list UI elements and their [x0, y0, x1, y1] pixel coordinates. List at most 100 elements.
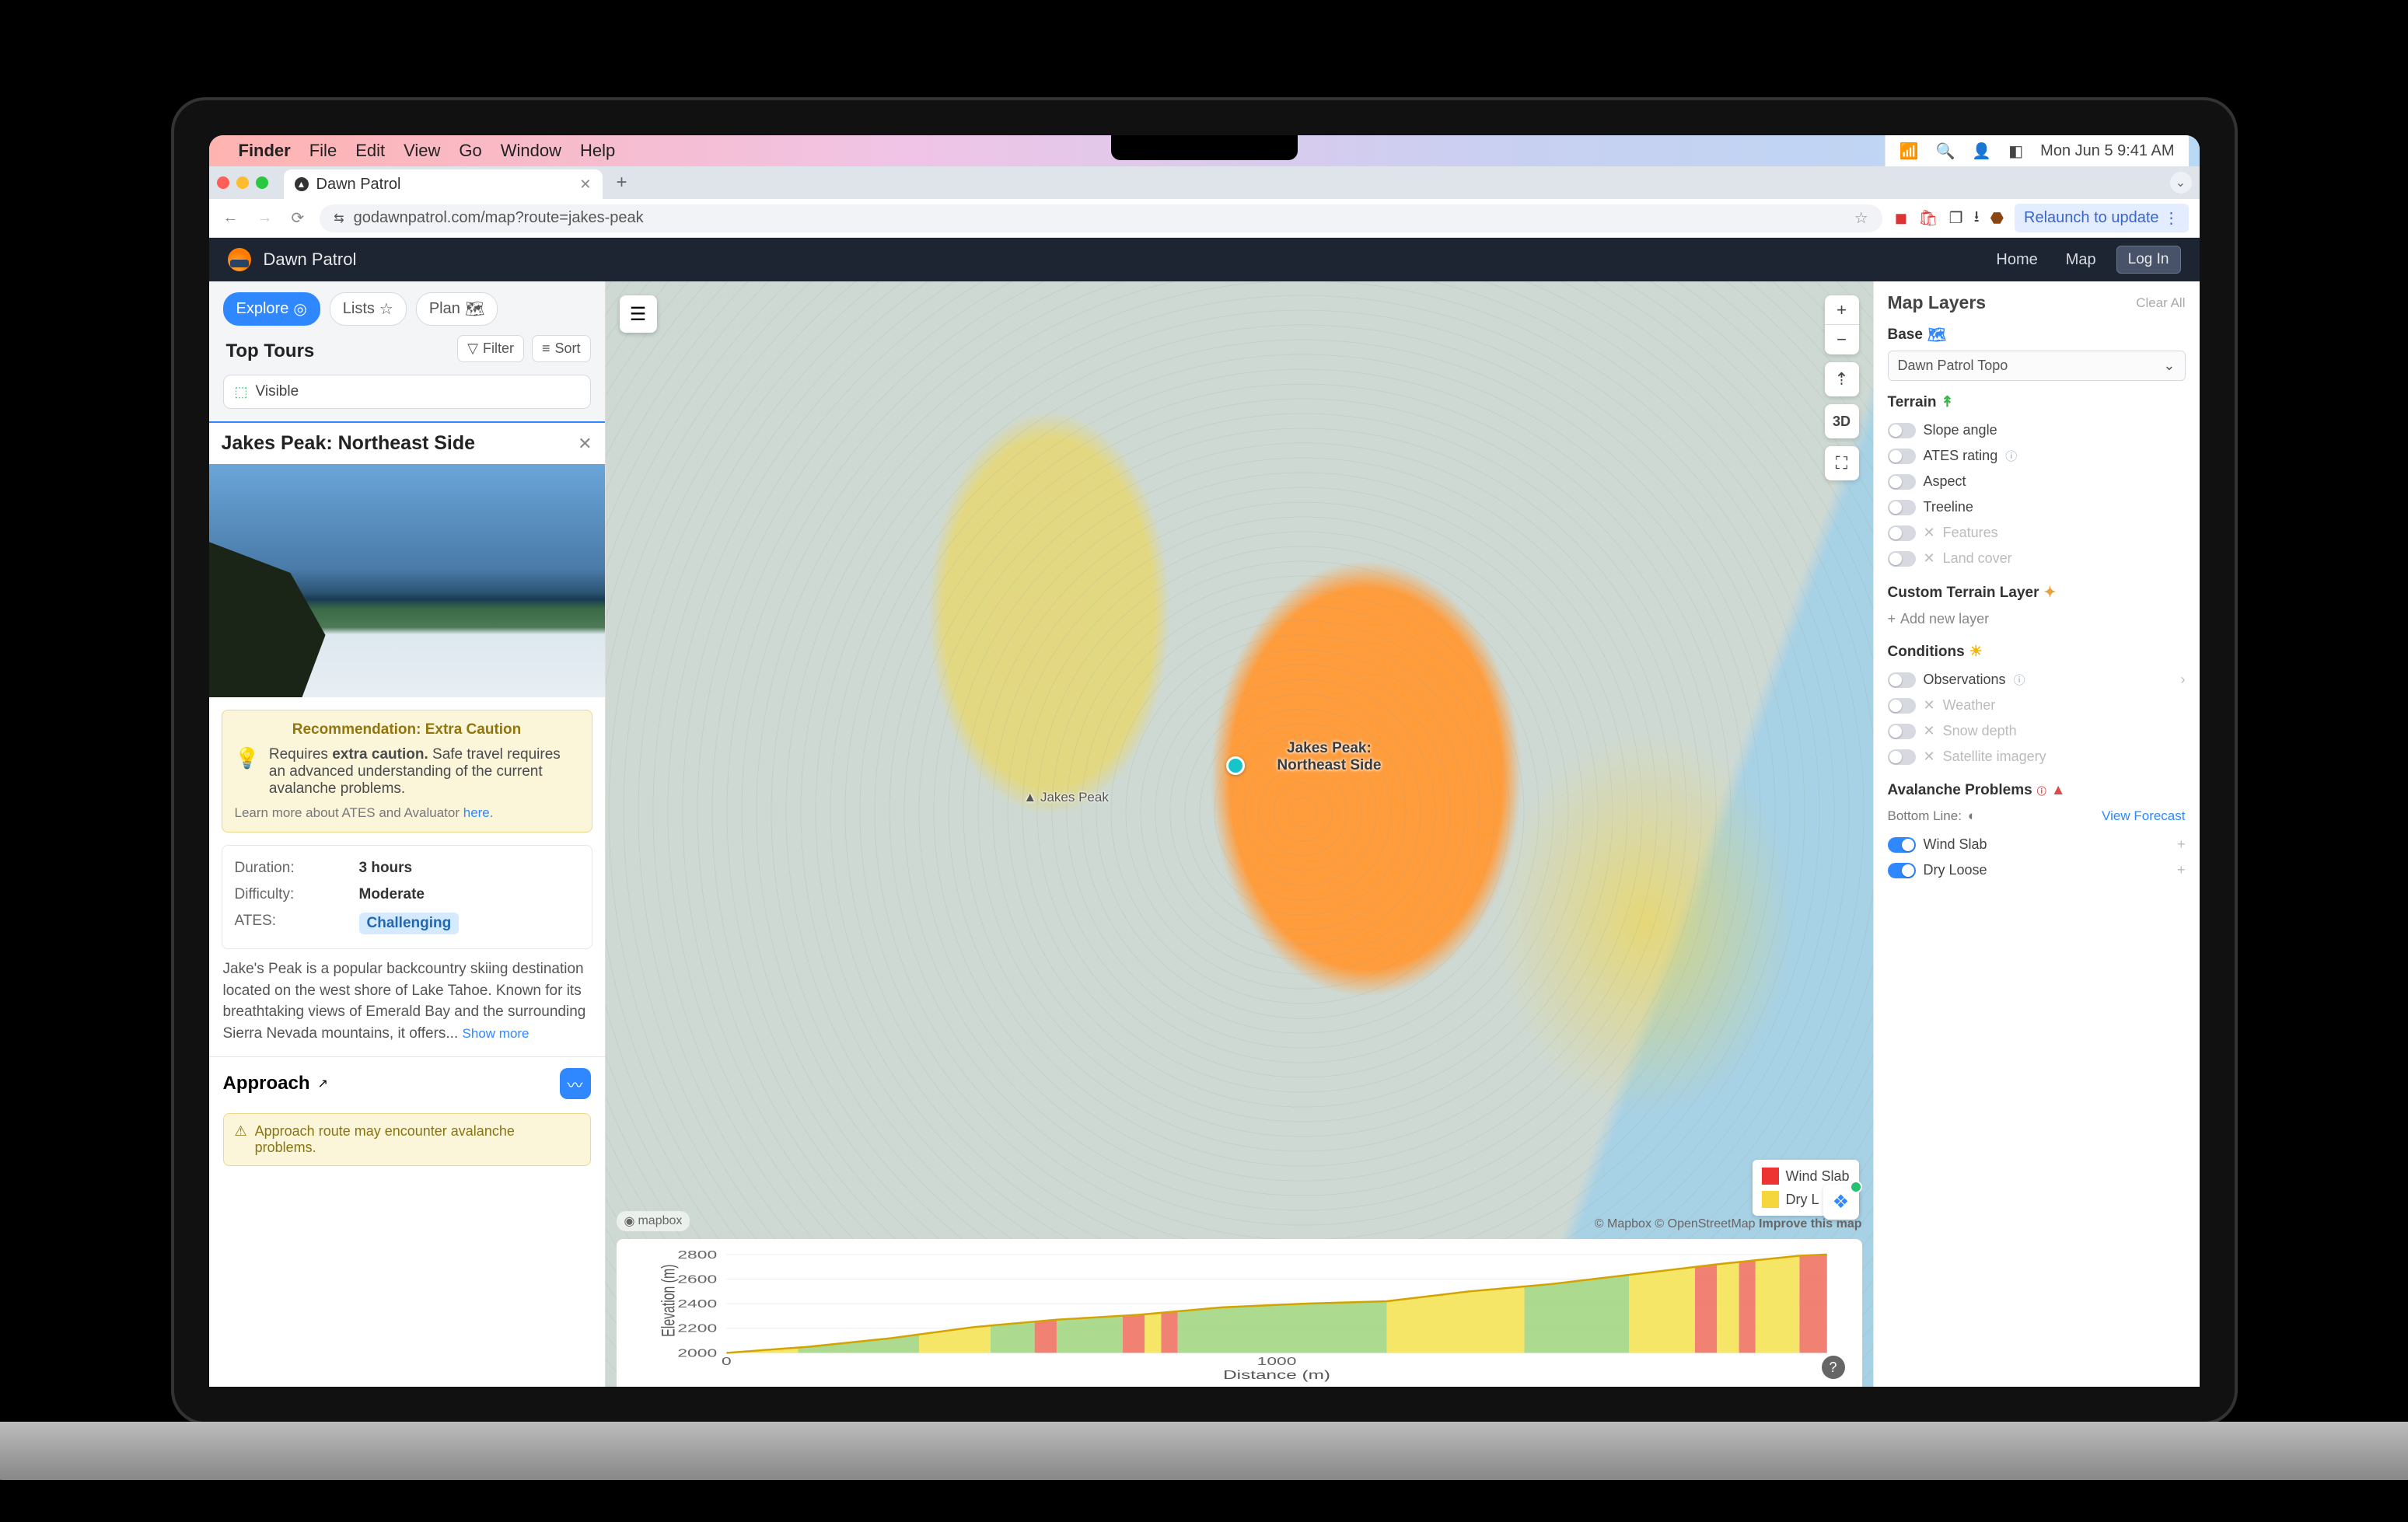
- toggle-treeline[interactable]: Treeline: [1888, 494, 2186, 520]
- reload-button[interactable]: ⟳: [288, 208, 308, 228]
- wifi-icon[interactable]: 📶: [1899, 141, 1919, 161]
- tab-title: Dawn Patrol: [316, 176, 401, 194]
- 3d-button[interactable]: 3D: [1825, 404, 1859, 438]
- extension-icon-1[interactable]: ◼: [1895, 208, 1908, 228]
- fullscreen-button[interactable]: ⛶: [1825, 446, 1859, 480]
- difficulty-value: Moderate: [359, 886, 425, 903]
- recommendation-title: Recommendation: Extra Caution: [235, 721, 579, 738]
- menu-help[interactable]: Help: [580, 141, 615, 161]
- chart-help-button[interactable]: ?: [1822, 1356, 1845, 1379]
- map-canvas[interactable]: ☰ +− ⇡ 3D ⛶ Jakes Peak:Northeast Side ▲ …: [606, 281, 1873, 1387]
- app-header: Dawn Patrol Home Map Log In: [209, 238, 2200, 281]
- show-more-link[interactable]: Show more: [463, 1026, 529, 1041]
- tab-plan[interactable]: Plan🗺: [416, 292, 498, 326]
- zoom-out-button[interactable]: −: [1825, 325, 1859, 354]
- compass-button[interactable]: ⇡: [1825, 362, 1859, 396]
- menu-view[interactable]: View: [404, 141, 440, 161]
- toggle-slope[interactable]: Slope angle: [1888, 417, 2186, 443]
- legend-swatch-red: [1762, 1168, 1779, 1185]
- chevron-down-icon: ⌄: [2163, 358, 2175, 374]
- top-tours-heading: Top Tours: [223, 336, 315, 362]
- zoom-in-button[interactable]: +: [1825, 295, 1859, 325]
- toggle-wind-slab[interactable]: Wind Slab+: [1888, 832, 2186, 857]
- control-center-icon[interactable]: ◧: [2008, 141, 2023, 161]
- warning-icon: ⚠: [235, 1123, 247, 1140]
- close-detail-icon[interactable]: ✕: [578, 434, 592, 454]
- new-tab-button[interactable]: +: [610, 172, 634, 194]
- minimize-window-button[interactable]: [236, 176, 249, 189]
- back-button[interactable]: ←: [220, 209, 242, 227]
- menu-file[interactable]: File: [309, 141, 337, 161]
- menu-window[interactable]: Window: [501, 141, 561, 161]
- approach-go-button[interactable]: 〰: [560, 1068, 591, 1099]
- approach-section[interactable]: Approach ↗ 〰: [209, 1056, 605, 1110]
- custom-label: Custom Terrain Layer✦: [1888, 584, 2186, 602]
- visible-toggle[interactable]: ⬚Visible: [223, 375, 591, 409]
- ates-label: ATES:: [235, 913, 359, 934]
- info-icon[interactable]: ⓘ: [2005, 448, 2017, 464]
- toggle-ates[interactable]: ATES ratingⓘ: [1888, 443, 2186, 469]
- relaunch-button[interactable]: Relaunch to update ⋮: [2015, 204, 2188, 232]
- mapbox-logo: ◉ mapbox: [617, 1211, 690, 1231]
- menu-app[interactable]: Finder: [239, 141, 291, 161]
- extensions-button[interactable]: ❐: [1949, 208, 1963, 228]
- tab-explore[interactable]: Explore◎: [223, 292, 320, 326]
- toggle-dry-loose[interactable]: Dry Loose+: [1888, 857, 2186, 883]
- basemap-select[interactable]: Dawn Patrol Topo⌄: [1888, 351, 2186, 381]
- laptop-base: [0, 1422, 2408, 1480]
- address-bar[interactable]: ⇆ godawnpatrol.com/map?route=jakes-peak …: [320, 204, 1882, 232]
- user-icon[interactable]: 👤: [1972, 141, 1991, 161]
- menu-go[interactable]: Go: [459, 141, 481, 161]
- toggle-observations[interactable]: Observationsⓘ›: [1888, 667, 2186, 693]
- site-info-icon[interactable]: ⇆: [334, 211, 344, 226]
- info-icon[interactable]: ⓘ: [2014, 672, 2025, 688]
- plus-icon[interactable]: +: [2177, 862, 2186, 878]
- forward-button[interactable]: →: [254, 209, 276, 227]
- learn-link[interactable]: here: [463, 805, 490, 820]
- tabs-overflow-button[interactable]: ⌄: [2170, 172, 2192, 194]
- recommendation-card: Recommendation: Extra Caution 💡 Requires…: [222, 710, 592, 833]
- sort-button[interactable]: ≡Sort: [532, 335, 591, 362]
- sun-icon: ☀: [1969, 643, 1983, 661]
- nav-home[interactable]: Home: [1988, 251, 2045, 269]
- toggle-aspect[interactable]: Aspect: [1888, 469, 2186, 494]
- add-layer-button[interactable]: +Add new layer: [1888, 608, 2186, 630]
- svg-text:0: 0: [721, 1356, 731, 1368]
- map-peak-label: ▲ Jakes Peak: [1023, 790, 1108, 805]
- tour-title: Jakes Peak: Northeast Side: [222, 432, 571, 455]
- close-tab-icon[interactable]: ✕: [579, 176, 591, 193]
- clock[interactable]: Mon Jun 5 9:41 AM: [2040, 142, 2174, 160]
- close-window-button[interactable]: [217, 176, 229, 189]
- menu-edit[interactable]: Edit: [355, 141, 385, 161]
- browser-tab[interactable]: ▲ Dawn Patrol ✕: [284, 169, 603, 199]
- profile-avatar-icon[interactable]: ⬣: [1990, 208, 2004, 228]
- map-icon: 🗺: [465, 299, 484, 319]
- brand-logo-icon: [228, 248, 251, 271]
- svg-text:1000: 1000: [1256, 1356, 1296, 1368]
- chevron-right-icon: ›: [2181, 672, 2186, 688]
- legend-swatch-yellow: [1762, 1191, 1779, 1208]
- tour-detail-panel: Jakes Peak: Northeast Side ✕ Recommendat…: [209, 421, 605, 1387]
- external-link-icon: ↗: [318, 1076, 328, 1091]
- tour-description: Jake's Peak is a popular backcountry ski…: [209, 958, 605, 1056]
- map-menu-button[interactable]: ☰: [620, 295, 657, 333]
- nav-map[interactable]: Map: [2058, 251, 2104, 269]
- improve-map-link[interactable]: Improve this map: [1759, 1217, 1861, 1231]
- layers-button[interactable]: ❖: [1823, 1184, 1859, 1220]
- view-forecast-link[interactable]: View Forecast: [2102, 808, 2185, 824]
- filter-button[interactable]: ▽Filter: [457, 335, 524, 362]
- tab-lists[interactable]: Lists☆: [330, 292, 407, 326]
- svg-text:Distance (m): Distance (m): [1223, 1368, 1330, 1382]
- bookmark-star-icon[interactable]: ☆: [1854, 208, 1868, 228]
- svg-text:2600: 2600: [677, 1273, 717, 1286]
- approach-warning: ⚠ Approach route may encounter avalanche…: [223, 1113, 591, 1166]
- extension-icon-2[interactable]: 🛍: [1918, 208, 1938, 228]
- ates-badge: Challenging: [359, 913, 460, 934]
- clear-all-link[interactable]: Clear All: [2136, 295, 2185, 311]
- spotlight-icon[interactable]: 🔍: [1935, 141, 1955, 161]
- avy-label: Avalanche Problemsⓘ ▲: [1888, 782, 2186, 799]
- login-button[interactable]: Log In: [2116, 246, 2181, 274]
- zoom-window-button[interactable]: [256, 176, 268, 189]
- downloads-icon[interactable]: ⭳: [1974, 205, 1980, 232]
- plus-icon[interactable]: +: [2177, 836, 2186, 853]
